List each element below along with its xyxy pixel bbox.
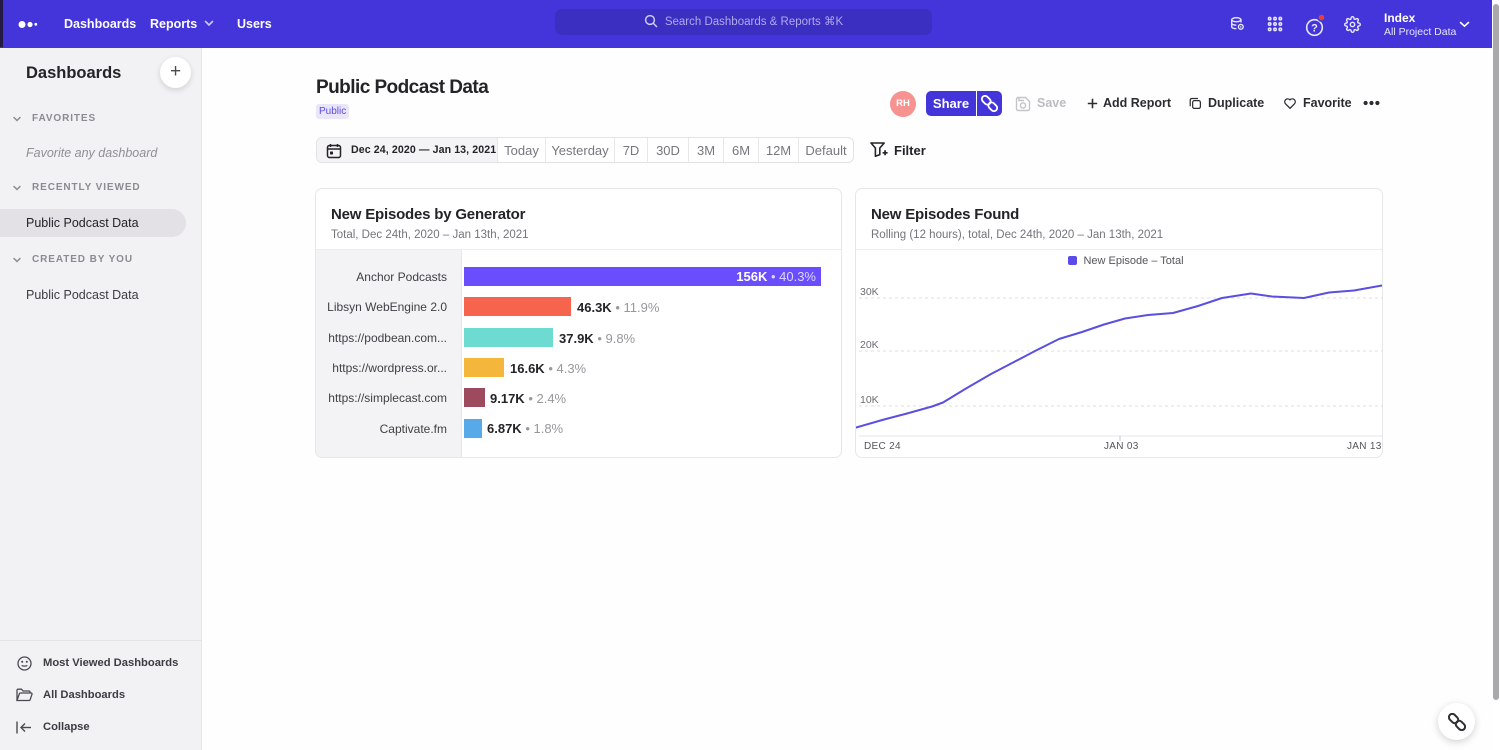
svg-text:?: ? [1311, 23, 1318, 35]
